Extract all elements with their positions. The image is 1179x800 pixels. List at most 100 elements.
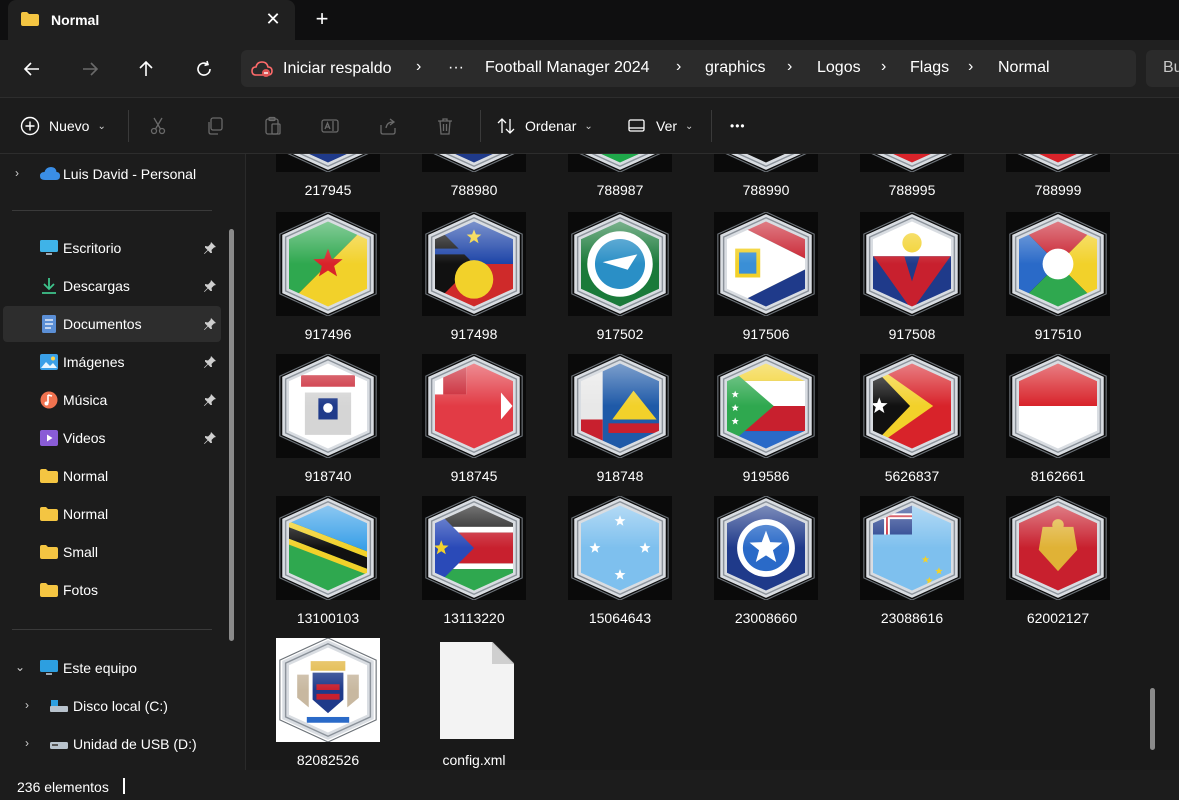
cut-button[interactable] xyxy=(148,112,168,140)
breadcrumb-overflow[interactable]: ··· xyxy=(448,59,464,77)
file-tile[interactable]: 918745 xyxy=(400,354,540,494)
flag-thumbnail xyxy=(860,496,964,600)
file-tile[interactable]: 62002127 xyxy=(984,496,1124,636)
view-button[interactable]: Ver ⌄ xyxy=(627,112,693,140)
breadcrumb-football-manager[interactable]: Football Manager 2024 xyxy=(485,59,650,77)
file-tile[interactable]: 917510 xyxy=(984,212,1124,352)
file-name: config.xml xyxy=(442,752,506,768)
xml-file-icon xyxy=(440,641,515,739)
flag-thumbnail xyxy=(714,154,818,172)
file-name: 918748 xyxy=(596,468,644,484)
sidebar-item-local-disk[interactable]: › Disco local (C:) xyxy=(13,688,231,724)
new-tab-button[interactable]: + xyxy=(311,8,333,30)
chevron-right-icon[interactable]: › xyxy=(25,736,39,750)
chevron-down-icon[interactable]: ⌄ xyxy=(15,660,29,674)
rename-button[interactable] xyxy=(320,112,340,140)
sidebar-item-this-pc[interactable]: ⌄ Este equipo xyxy=(3,650,221,686)
file-tile[interactable]: 23008660 xyxy=(692,496,832,636)
refresh-button[interactable] xyxy=(190,55,218,83)
sidebar-item-escritorio[interactable]: Escritorio xyxy=(3,230,221,266)
file-tile[interactable]: 919586 xyxy=(692,354,832,494)
sidebar-item-im-genes[interactable]: Imágenes xyxy=(3,344,221,380)
file-tile[interactable]: 918748 xyxy=(546,354,686,494)
sort-button[interactable]: Ordenar ⌄ xyxy=(496,112,593,140)
file-name: 788995 xyxy=(888,182,936,198)
up-button[interactable] xyxy=(132,55,160,83)
paste-button[interactable] xyxy=(263,112,283,140)
sidebar-item-fotos[interactable]: Fotos xyxy=(3,572,221,608)
chevron-right-icon[interactable]: › xyxy=(15,166,29,180)
more-options-button[interactable]: ••• xyxy=(730,112,746,140)
flag-thumbnail xyxy=(422,154,526,172)
flag-thumbnail xyxy=(276,638,380,742)
sidebar-item-small[interactable]: Small xyxy=(3,534,221,570)
pin-icon[interactable] xyxy=(203,279,217,293)
sidebar-scrollbar[interactable] xyxy=(229,229,234,641)
pin-icon[interactable] xyxy=(203,241,217,255)
sidebar-item-usb-drive[interactable]: › Unidad de USB (D:) xyxy=(13,726,231,762)
sidebar-item-videos[interactable]: Videos xyxy=(3,420,221,456)
tab-normal[interactable]: Normal ✕ xyxy=(8,0,295,40)
file-tile[interactable]: 918740 xyxy=(254,354,394,494)
delete-button[interactable] xyxy=(435,112,455,140)
file-tile[interactable]: 13100103 xyxy=(254,496,394,636)
breadcrumb-normal[interactable]: Normal xyxy=(998,59,1050,77)
sidebar-item-onedrive[interactable]: › Luis David - Personal xyxy=(3,156,221,192)
flag-thumbnail xyxy=(276,154,380,172)
divider xyxy=(128,110,129,142)
backup-label: Iniciar respaldo xyxy=(283,59,392,77)
close-tab-button[interactable]: ✕ xyxy=(263,9,283,29)
file-tile[interactable]: 5626837 xyxy=(838,354,978,494)
folder-icon xyxy=(21,12,39,26)
pin-icon[interactable] xyxy=(203,355,217,369)
file-tile[interactable]: 8162661 xyxy=(984,354,1124,494)
file-tile[interactable]: 13113220 xyxy=(400,496,540,636)
file-tile[interactable]: 917498 xyxy=(400,212,540,352)
file-name: 82082526 xyxy=(296,752,360,768)
breadcrumb-separator: › xyxy=(968,58,974,75)
file-tile[interactable]: 15064643 xyxy=(546,496,686,636)
pin-icon[interactable] xyxy=(203,393,217,407)
file-tile[interactable]: 82082526 xyxy=(254,638,394,770)
sidebar-item-descargas[interactable]: Descargas xyxy=(3,268,221,304)
sidebar-item-label: Normal xyxy=(63,468,109,484)
chevron-right-icon[interactable]: › xyxy=(25,698,39,712)
file-name: 919586 xyxy=(742,468,790,484)
sidebar-item-normal[interactable]: Normal xyxy=(3,458,221,494)
sidebar-item-label: Descargas xyxy=(63,278,130,294)
divider xyxy=(711,110,712,142)
file-tile[interactable]: 917496 xyxy=(254,212,394,352)
flag-thumbnail xyxy=(1006,154,1110,172)
breadcrumb-logos[interactable]: Logos xyxy=(817,59,861,77)
share-icon xyxy=(380,118,396,135)
back-button[interactable] xyxy=(18,55,46,83)
search-input[interactable]: Bu xyxy=(1146,50,1179,87)
file-tile[interactable]: 23088616 xyxy=(838,496,978,636)
forward-button[interactable] xyxy=(76,55,104,83)
sidebar-item-label: Escritorio xyxy=(63,240,122,256)
sidebar-item-normal[interactable]: Normal xyxy=(3,496,221,532)
file-name: 13113220 xyxy=(443,610,505,626)
breadcrumb-flags[interactable]: Flags xyxy=(910,59,949,77)
new-button[interactable]: Nuevo ⌄ xyxy=(20,112,106,140)
sidebar-item-m-sica[interactable]: Música xyxy=(3,382,221,418)
divider xyxy=(480,110,481,142)
sidebar-item-label: Normal xyxy=(63,506,109,522)
navigation-pane: › Luis David - Personal Escritorio Descar… xyxy=(0,154,244,770)
share-button[interactable] xyxy=(378,112,398,140)
file-tile[interactable]: 917506 xyxy=(692,212,832,352)
file-tile-config[interactable]: config.xml xyxy=(400,638,540,770)
file-tile[interactable]: 917502 xyxy=(546,212,686,352)
folder-icon xyxy=(40,581,58,599)
copy-button[interactable] xyxy=(205,112,225,140)
sidebar-item-documentos[interactable]: Documentos xyxy=(3,306,221,342)
content-scrollbar[interactable] xyxy=(1150,688,1155,750)
breadcrumb-graphics[interactable]: graphics xyxy=(705,59,765,77)
file-tile[interactable]: 917508 xyxy=(838,212,978,352)
flag-thumbnail xyxy=(568,354,672,458)
pin-icon[interactable] xyxy=(203,317,217,331)
address-bar[interactable]: Iniciar respaldo › ··· Football Manager … xyxy=(241,50,1136,87)
sidebar-item-label: Luis David - Personal xyxy=(63,166,197,182)
backup-button[interactable]: Iniciar respaldo xyxy=(251,57,392,80)
pin-icon[interactable] xyxy=(203,431,217,445)
